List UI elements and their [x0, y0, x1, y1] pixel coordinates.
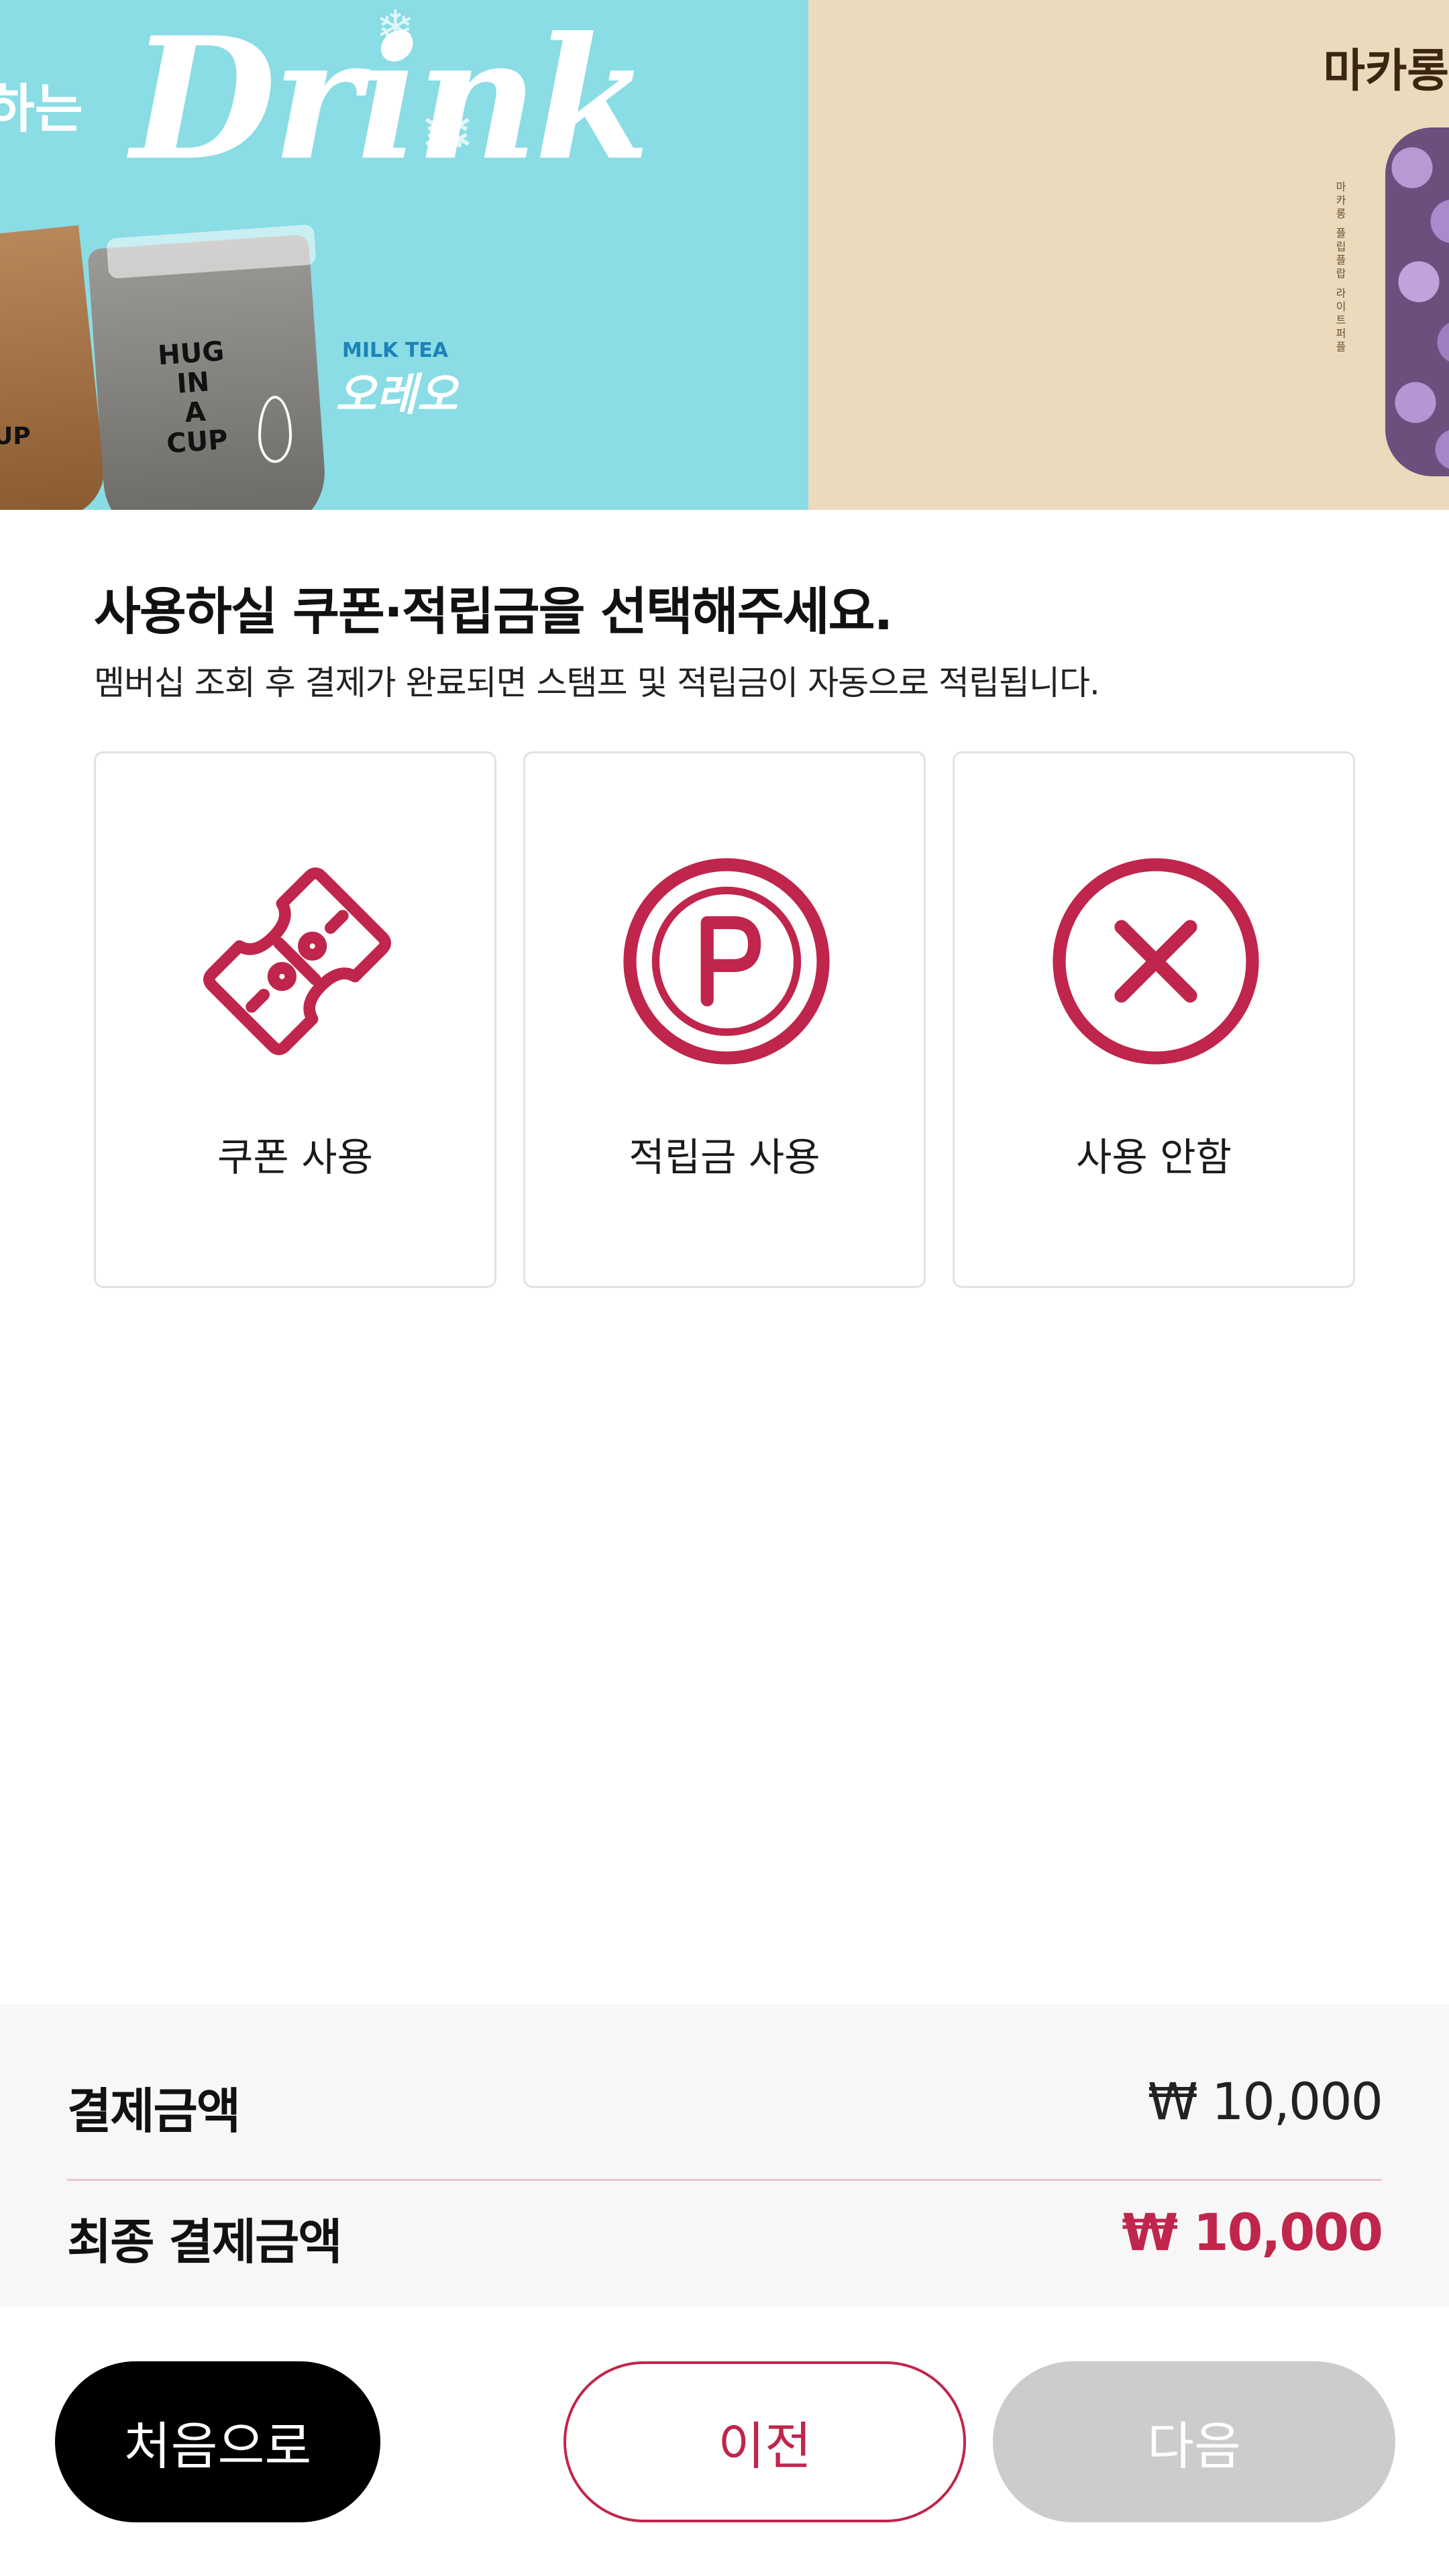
no-use-option-card[interactable]: 사용 안함	[953, 751, 1355, 1288]
no-use-option-label: 사용 안함	[1076, 1134, 1232, 1180]
page-subtitle: 멤버십 조회 후 결제가 완료되면 스탬프 및 적립금이 자동으로 적립됩니다.	[94, 663, 1100, 702]
coupon-ticket-icon	[203, 867, 391, 1055]
coupon-option-label: 쿠폰 사용	[217, 1134, 373, 1180]
cup-label-left: UP	[0, 423, 31, 450]
macaron-title: 마카롱	[1323, 45, 1449, 98]
home-button[interactable]: 처음으로	[55, 2361, 380, 2522]
macaron-image	[1385, 127, 1449, 476]
payment-amount-label: 결제금액	[67, 2083, 241, 2139]
points-p-icon	[623, 858, 830, 1065]
points-option-label: 적립금 사용	[629, 1134, 820, 1180]
banner-drink-panel: 하는 Drink ❄ ❄ UP HUG IN A CUP MILK TEA 오레…	[0, 0, 808, 510]
snowflake-icon: ❄	[419, 94, 476, 172]
payment-amount-value: ₩ 10,000	[1147, 2072, 1383, 2131]
summary-divider	[67, 2179, 1382, 2181]
payment-summary: 결제금액 ₩ 10,000 최종 결제금액 ₩ 10,000	[0, 2004, 1449, 2306]
points-option-card[interactable]: 적립금 사용	[523, 751, 926, 1288]
prev-button[interactable]: 이전	[564, 2361, 966, 2522]
next-button[interactable]: 다음	[993, 2361, 1395, 2522]
promo-banner: 하는 Drink ❄ ❄ UP HUG IN A CUP MILK TEA 오레…	[0, 0, 1449, 510]
macaron-vertical-text: 마카롱 플립플랍 라이트퍼플	[1334, 181, 1346, 355]
benefit-options: 쿠폰 사용 적립금 사용 사용 안함	[94, 751, 1355, 1288]
cup-brand-label: HUG IN A CUP	[156, 335, 229, 460]
page-title: 사용하실 쿠폰·적립금을 선택해주세요.	[94, 582, 893, 641]
coupon-option-card[interactable]: 쿠폰 사용	[94, 751, 496, 1288]
banner-drink-prefix: 하는	[0, 79, 83, 140]
payment-amount-row: 결제금액 ₩ 10,000	[67, 2058, 1383, 2139]
final-amount-label: 최종 결제금액	[67, 2214, 343, 2270]
cancel-x-icon	[1053, 858, 1259, 1065]
final-amount-row: 최종 결제금액 ₩ 10,000	[67, 2189, 1383, 2270]
banner-macaron-panel: 마카롱 마카롱 플립플랍 라이트퍼플	[808, 0, 1449, 510]
snowflake-icon: ❄	[376, 0, 415, 55]
oreo-label: 오레오	[335, 369, 458, 421]
final-amount-value: ₩ 10,000	[1122, 2202, 1383, 2262]
